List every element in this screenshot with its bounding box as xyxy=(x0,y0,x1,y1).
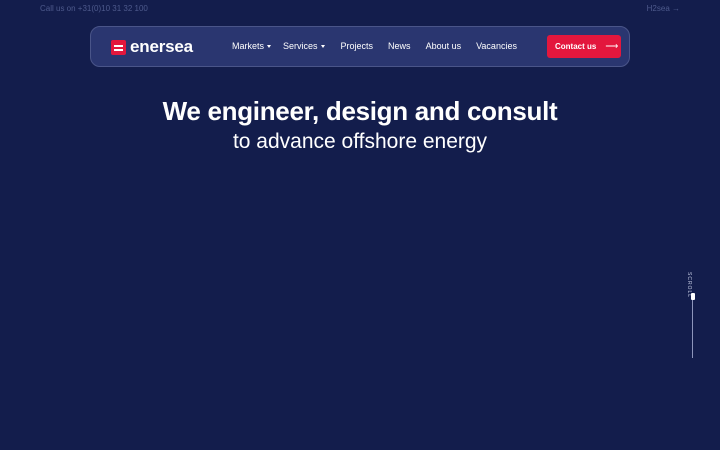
hero-subtitle: to advance offshore energy xyxy=(232,130,488,153)
nav-menu: Markets Services Projects News About us … xyxy=(232,41,517,51)
nav-item-news[interactable]: News xyxy=(388,41,411,51)
logo[interactable]: enersea xyxy=(111,37,193,56)
nav-item-label: News xyxy=(388,41,411,51)
scroll-indicator-thumb[interactable] xyxy=(690,293,695,300)
nav-item-label: About us xyxy=(425,41,462,51)
hero-title: We engineer, design and consult xyxy=(162,96,558,126)
caret-down-icon xyxy=(267,44,272,48)
caret-down-icon xyxy=(320,44,325,48)
main-navigation: enersea Markets Services Projects News A… xyxy=(90,26,630,67)
nav-item-label: Markets xyxy=(232,41,265,51)
page: Call us on +31(0)10 31 32 100 H2sea → en… xyxy=(0,0,720,450)
contact-us-label: Contact us xyxy=(555,42,597,51)
nav-item-label: Vacancies xyxy=(476,41,517,51)
nav-item-about-us[interactable]: About us xyxy=(426,41,462,51)
nav-item-markets[interactable]: Markets xyxy=(232,41,272,51)
contact-us-button[interactable]: Contact us ⟶ xyxy=(547,35,621,58)
scroll-indicator-track[interactable] xyxy=(692,293,693,358)
enersea-logo-icon xyxy=(111,39,126,55)
nav-item-services[interactable]: Services xyxy=(283,41,325,51)
logo-text: enersea xyxy=(130,37,193,56)
nav-item-label: Projects xyxy=(340,41,374,51)
nav-item-label: Services xyxy=(283,41,318,51)
h2sea-link[interactable]: H2sea → xyxy=(647,4,680,13)
nav-item-projects[interactable]: Projects xyxy=(341,41,374,51)
nav-item-vacancies[interactable]: Vacancies xyxy=(476,41,517,51)
arrow-right-icon: ⟶ xyxy=(605,41,619,51)
phone-link[interactable]: Call us on +31(0)10 31 32 100 xyxy=(40,4,148,13)
